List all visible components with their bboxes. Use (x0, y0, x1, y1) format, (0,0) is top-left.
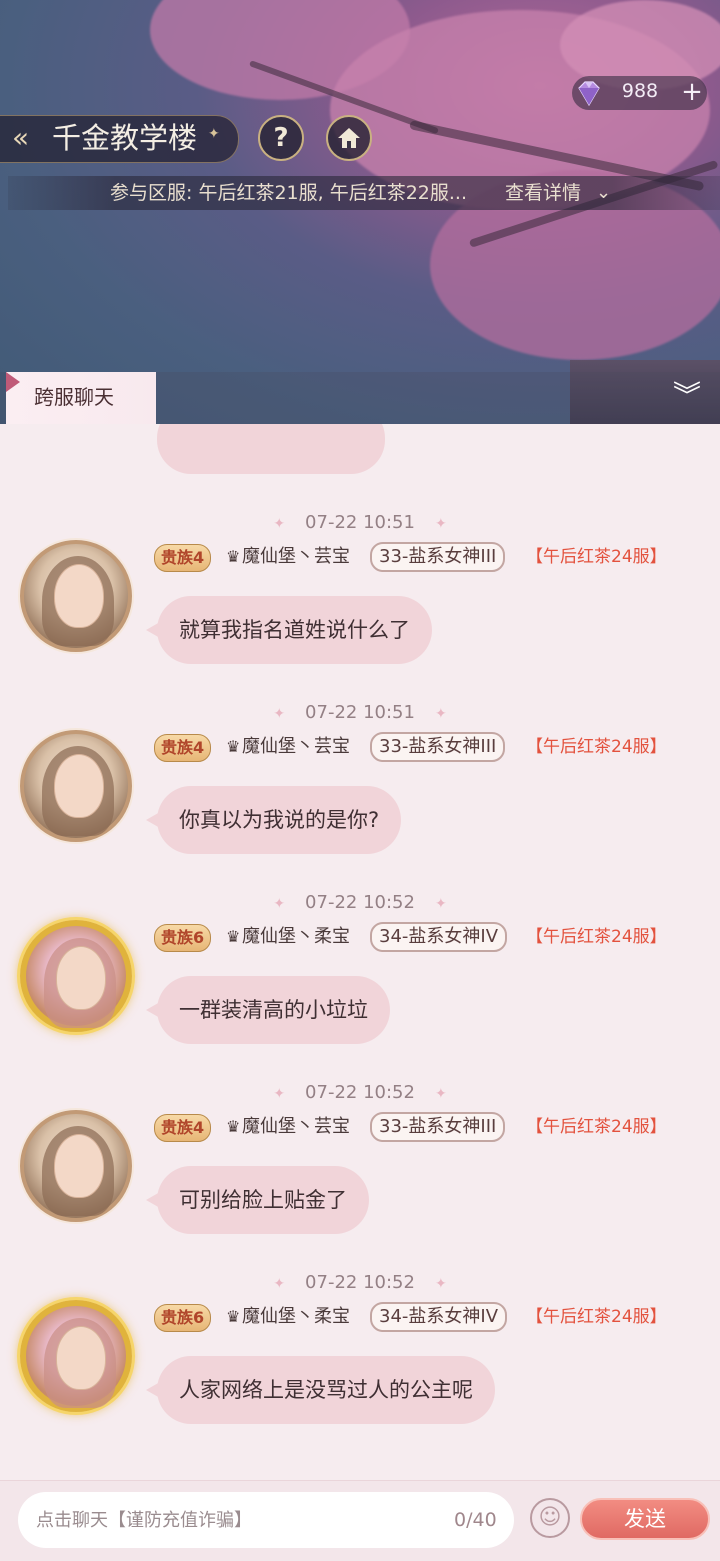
sparkle-icon: ✦ (273, 896, 286, 912)
sparkle-icon: ✦ (434, 516, 447, 532)
add-currency-button[interactable]: + (678, 76, 706, 108)
timestamp-text: 07-22 10:52 (305, 1082, 415, 1103)
tab-marker-icon (6, 372, 20, 392)
home-icon (338, 128, 360, 148)
server-tag: 【午后红茶24服】 (526, 927, 667, 947)
servers-info-text: 参与区服: 午后红茶21服, 午后红茶22服... (110, 182, 467, 204)
avatar-face (54, 564, 104, 628)
send-button[interactable]: 发送 (580, 1498, 710, 1540)
timestamp-text: 07-22 10:52 (305, 1272, 415, 1293)
rank-title-badge: 33-盐系女神III (370, 542, 506, 572)
view-details-link[interactable]: 查看详情 (505, 180, 581, 206)
avatar[interactable] (20, 730, 132, 842)
username[interactable]: 魔仙堡丶芸宝 (242, 1114, 350, 1140)
crown-icon: ♛ (226, 547, 241, 566)
sparkle-icon: ✦ (434, 1086, 447, 1102)
message-bubble[interactable]: 你真以为我说的是你? (157, 786, 402, 854)
timestamp-text: 07-22 10:51 (305, 512, 415, 533)
message-bubble[interactable]: 一群装清高的小垃垃 (157, 976, 390, 1044)
message-bubble[interactable]: 人家网络上是没骂过人的公主呢 (157, 1356, 495, 1424)
back-icon[interactable]: « (12, 119, 44, 157)
noble-badge: 贵族4 (154, 734, 212, 762)
timestamp-text: 07-22 10:51 (305, 702, 415, 723)
timestamp: ✦ 07-22 10:51 ✦ (0, 512, 720, 533)
noble-badge: 贵族4 (154, 544, 212, 572)
timestamp: ✦ 07-22 10:52 ✦ (0, 892, 720, 913)
sparkle-icon: ✦ (208, 126, 220, 142)
sparkle-icon: ✦ (434, 706, 447, 722)
chat-message-list[interactable]: ✦ 07-22 10:51 ✦ 贵族4 ♛ 魔仙堡丶芸宝 33-盐系女神III 【午… (0, 424, 720, 1480)
emoji-button[interactable]: ☺ (530, 1498, 570, 1538)
sparkle-icon: ✦ (434, 1276, 447, 1292)
diamond-icon (578, 81, 600, 107)
sparkle-icon: ✦ (273, 706, 286, 722)
crown-icon: ♛ (226, 1117, 241, 1136)
crown-icon: ♛ (226, 1307, 241, 1326)
username[interactable]: 魔仙堡丶柔宝 (242, 1304, 350, 1330)
username[interactable]: 魔仙堡丶芸宝 (242, 544, 350, 570)
server-tag: 【午后红茶24服】 (526, 737, 667, 757)
previous-message-bubble (157, 424, 385, 474)
rank-title-badge: 34-盐系女神IV (370, 1302, 508, 1332)
chat-input[interactable] (18, 1492, 514, 1548)
noble-badge: 贵族4 (154, 1114, 212, 1142)
chevron-down-icon[interactable]: ⌄ (596, 180, 611, 206)
avatar[interactable] (20, 920, 132, 1032)
char-count: 0/40 (454, 1509, 497, 1531)
currency-amount: 988 (621, 80, 659, 102)
crown-icon: ♛ (226, 737, 241, 756)
rank-title-badge: 33-盐系女神III (370, 732, 506, 762)
avatar-face (56, 1326, 106, 1390)
noble-badge: 贵族6 (154, 1304, 212, 1332)
collapse-icon[interactable]: ︾ (664, 376, 710, 416)
timestamp: ✦ 07-22 10:52 ✦ (0, 1272, 720, 1293)
tab-label: 跨服聊天 (34, 385, 114, 409)
timestamp: ✦ 07-22 10:51 ✦ (0, 702, 720, 723)
message-bubble[interactable]: 就算我指名道姓说什么了 (157, 596, 432, 664)
help-button[interactable]: ? (258, 115, 304, 161)
sparkle-icon: ✦ (273, 1086, 286, 1102)
avatar-face (54, 754, 104, 818)
server-tag: 【午后红茶24服】 (526, 547, 667, 567)
message-bubble[interactable]: 可别给脸上贴金了 (157, 1166, 369, 1234)
rank-title-badge: 33-盐系女神III (370, 1112, 506, 1142)
noble-badge: 贵族6 (154, 924, 212, 952)
crown-icon: ♛ (226, 927, 241, 946)
timestamp: ✦ 07-22 10:52 ✦ (0, 1082, 720, 1103)
background-scene (0, 0, 720, 430)
home-button[interactable] (326, 115, 372, 161)
rank-title-badge: 34-盐系女神IV (370, 922, 508, 952)
username[interactable]: 魔仙堡丶芸宝 (242, 734, 350, 760)
sparkle-icon: ✦ (273, 1276, 286, 1292)
timestamp-text: 07-22 10:52 (305, 892, 415, 913)
smiley-icon: ☺ (538, 1505, 562, 1530)
avatar[interactable] (20, 540, 132, 652)
page-title: 千金教学楼 (52, 121, 198, 155)
avatar[interactable] (20, 1110, 132, 1222)
server-tag: 【午后红茶24服】 (526, 1307, 667, 1327)
server-tag: 【午后红茶24服】 (526, 1117, 667, 1137)
username[interactable]: 魔仙堡丶柔宝 (242, 924, 350, 950)
avatar-face (56, 946, 106, 1010)
sparkle-icon: ✦ (434, 896, 447, 912)
avatar[interactable] (20, 1300, 132, 1412)
sparkle-icon: ✦ (273, 516, 286, 532)
avatar-face (54, 1134, 104, 1198)
